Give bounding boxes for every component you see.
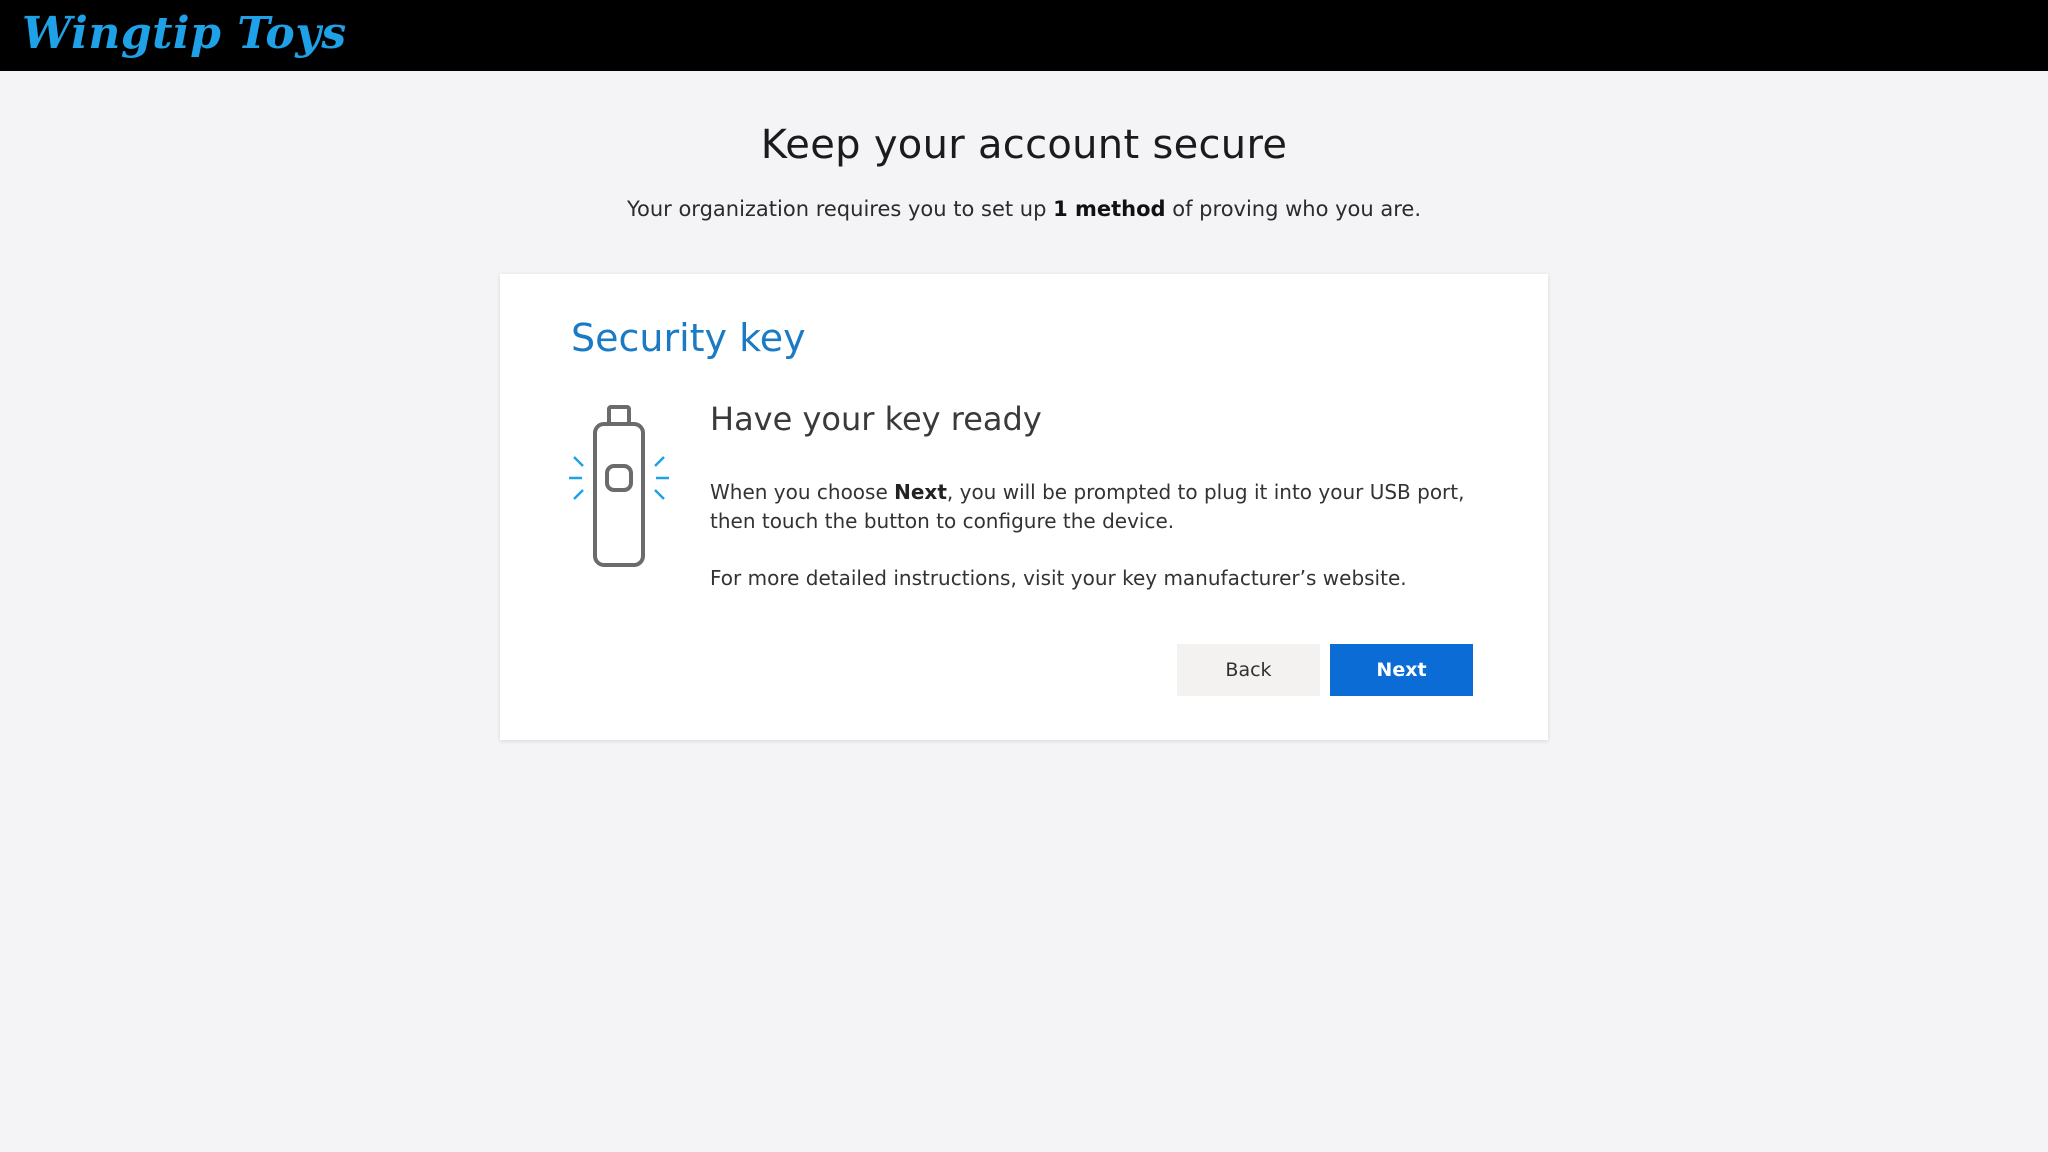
back-button[interactable]: Back bbox=[1177, 644, 1320, 696]
card-title: Security key bbox=[571, 316, 806, 360]
instruction-next-word: Next bbox=[894, 480, 947, 504]
security-key-icon bbox=[569, 405, 669, 567]
brand-logo: Wingtip Toys bbox=[22, 8, 347, 59]
manufacturer-instructions-text: For more detailed instructions, visit yo… bbox=[710, 566, 1407, 590]
subtitle-text-start: Your organization requires you to set up bbox=[626, 197, 1054, 221]
top-banner: Wingtip Toys bbox=[0, 0, 2048, 71]
step-heading: Have your key ready bbox=[710, 400, 1042, 438]
next-button[interactable]: Next bbox=[1330, 644, 1473, 696]
instruction-text-start: When you choose bbox=[710, 480, 895, 504]
subtitle-method-count: 1 method bbox=[1053, 197, 1166, 221]
instruction-text: When you choose Next, you will be prompt… bbox=[710, 478, 1500, 536]
page-title: Keep your account secure bbox=[760, 122, 1288, 168]
page-subtitle: Your organization requires you to set up… bbox=[0, 197, 2048, 221]
security-key-card: Security key Have your key ready When yo… bbox=[500, 274, 1548, 740]
subtitle-text-end: of proving who you are. bbox=[1165, 197, 1422, 221]
